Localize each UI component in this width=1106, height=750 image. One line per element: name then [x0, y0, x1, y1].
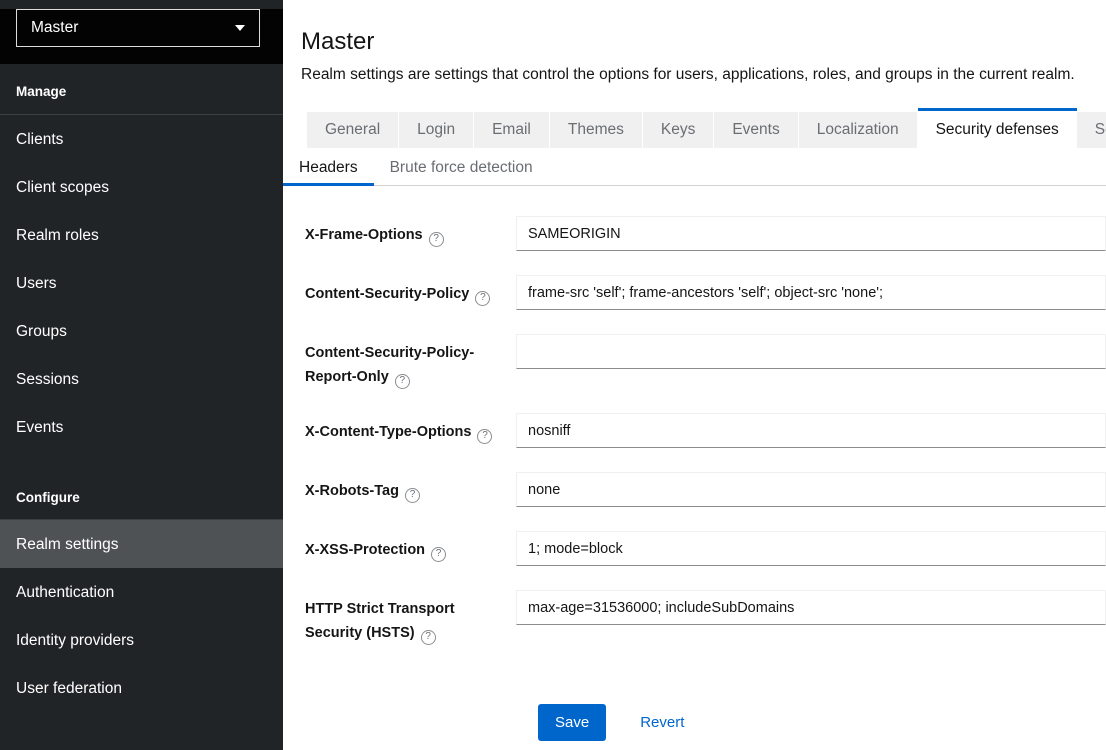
x-robots-tag-input[interactable]	[516, 472, 1106, 507]
tab-keys[interactable]: Keys	[643, 112, 714, 148]
revert-link[interactable]: Revert	[640, 714, 684, 731]
tab-general[interactable]: General	[307, 112, 399, 148]
sidebar-item-realm-roles[interactable]: Realm roles	[0, 211, 283, 259]
x-frame-options-input[interactable]	[516, 216, 1106, 251]
help-icon[interactable]: ?	[475, 291, 490, 306]
x-xss-protection-input[interactable]	[516, 531, 1106, 566]
security-defenses-subtabs: Headers Brute force detection	[283, 148, 1106, 186]
tab-localization[interactable]: Localization	[799, 112, 918, 148]
page-description: Realm settings are settings that control…	[301, 65, 1102, 85]
sidebar: Master Manage Clients Client scopes Real…	[0, 0, 283, 750]
form-field-row: X-Robots-Tag?	[305, 472, 1106, 507]
tab-sessions[interactable]: Sessions	[1077, 112, 1106, 148]
realm-dropdown-value: Master	[31, 19, 78, 37]
sidebar-item-sessions[interactable]: Sessions	[0, 355, 283, 403]
sidebar-nav: Manage Clients Client scopes Realm roles…	[0, 64, 283, 712]
realm-settings-tabs: General Login Email Themes Keys Events L…	[307, 108, 1106, 148]
sidebar-item-realm-settings[interactable]: Realm settings	[0, 520, 283, 568]
field-label-x-xss-protection: X-XSS-Protection?	[305, 531, 516, 562]
field-label-content-security-policy: Content-Security-Policy?	[305, 275, 516, 306]
sidebar-item-events[interactable]: Events	[0, 403, 283, 451]
headers-form: X-Frame-Options? Content-Security-Policy…	[283, 186, 1106, 741]
sidebar-item-user-federation[interactable]: User federation	[0, 664, 283, 712]
form-field-row: X-Content-Type-Options?	[305, 413, 1106, 448]
form-actions: Save Revert	[305, 704, 1106, 741]
form-field-row: X-XSS-Protection?	[305, 531, 1106, 566]
help-icon[interactable]: ?	[431, 547, 446, 562]
app-window: Master Manage Clients Client scopes Real…	[0, 0, 1106, 750]
subtab-headers[interactable]: Headers	[283, 148, 374, 185]
form-field-row: Content-Security-Policy-Report-Only?	[305, 334, 1106, 389]
tab-login[interactable]: Login	[399, 112, 474, 148]
x-content-type-options-input[interactable]	[516, 413, 1106, 448]
chevron-down-icon	[235, 25, 245, 31]
field-label-hsts: HTTP Strict Transport Security (HSTS)?	[305, 590, 516, 645]
hsts-input[interactable]	[516, 590, 1106, 625]
tab-security-defenses[interactable]: Security defenses	[918, 108, 1077, 148]
field-label-x-frame-options: X-Frame-Options?	[305, 216, 516, 247]
realm-dropdown[interactable]: Master	[16, 9, 260, 47]
tab-themes[interactable]: Themes	[550, 112, 643, 148]
help-icon[interactable]: ?	[395, 374, 410, 389]
nav-section-manage: Manage	[0, 64, 283, 115]
subtab-brute-force-detection[interactable]: Brute force detection	[374, 148, 549, 185]
help-icon[interactable]: ?	[421, 630, 436, 645]
sidebar-item-groups[interactable]: Groups	[0, 307, 283, 355]
save-button[interactable]: Save	[538, 704, 606, 741]
sidebar-item-authentication[interactable]: Authentication	[0, 568, 283, 616]
form-field-row: Content-Security-Policy?	[305, 275, 1106, 310]
field-label-csp-report-only: Content-Security-Policy-Report-Only?	[305, 334, 516, 389]
form-field-row: X-Frame-Options?	[305, 216, 1106, 251]
main-content: Master Realm settings are settings that …	[283, 0, 1106, 750]
sidebar-item-clients[interactable]: Clients	[0, 115, 283, 163]
help-icon[interactable]: ?	[429, 232, 444, 247]
field-label-x-content-type-options: X-Content-Type-Options?	[305, 413, 516, 444]
sidebar-item-users[interactable]: Users	[0, 259, 283, 307]
help-icon[interactable]: ?	[477, 429, 492, 444]
content-security-policy-input[interactable]	[516, 275, 1106, 310]
sidebar-item-identity-providers[interactable]: Identity providers	[0, 616, 283, 664]
form-field-row: HTTP Strict Transport Security (HSTS)?	[305, 590, 1106, 645]
page-title: Master	[301, 27, 1102, 57]
page-header: Master Realm settings are settings that …	[283, 0, 1106, 85]
field-label-x-robots-tag: X-Robots-Tag?	[305, 472, 516, 503]
tab-events[interactable]: Events	[714, 112, 798, 148]
help-icon[interactable]: ?	[405, 488, 420, 503]
csp-report-only-input[interactable]	[516, 334, 1106, 369]
tab-email[interactable]: Email	[474, 112, 550, 148]
sidebar-item-client-scopes[interactable]: Client scopes	[0, 163, 283, 211]
realm-selector-header: Master	[0, 9, 283, 64]
nav-section-configure: Configure	[0, 451, 283, 520]
